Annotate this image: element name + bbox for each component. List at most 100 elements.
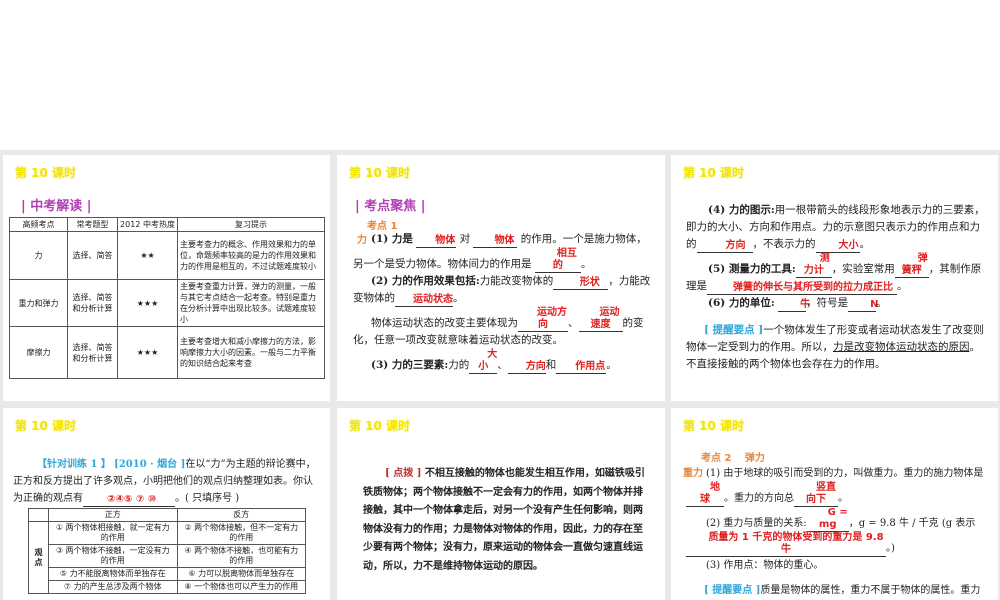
cell: ② 两个物体接触，但不一定有力的作用 [176,521,306,545]
cell: 主要考查力的概念、作用效果和力的单位，命题频率较高的是力的作用效果和力的作用是相… [177,231,325,280]
text: ，不表示力的 [752,238,816,250]
point-label: 考点 2 弹力 [701,453,765,464]
text: 。 [453,292,464,304]
text: ，g = 9.8 牛 / 千克 (g 表示 [848,518,976,529]
slide-thumbnail-5[interactable]: 第 10 课时 [ 点拨 ] 不相互接触的物体也能发生相互作用，如磁铁吸引铁质物… [337,408,665,600]
cell: ⑦ 力的产生总涉及两个物体 [48,580,178,594]
text: 。 [606,359,617,371]
text: 力的 [448,359,470,371]
text: 。 [897,280,908,292]
answer-blank: 作用点 [556,361,607,374]
answer-blank: 竖直向下 [794,482,838,507]
text: 力是改变物体运动状态的原因 [833,341,970,353]
cell: ★★ [117,231,178,280]
lesson-title: 第 10 课时 [15,166,77,180]
text: 、 [568,317,579,329]
answer-blank: 弹簧秤 [894,253,929,278]
answer-blank: 运动状态 [395,294,453,307]
text: (1) 由于地球的吸引而受到的力，叫做重力。重力的施力物体是 [706,468,984,479]
cell: ★★★ [117,326,178,379]
slide-thumbnail-6[interactable]: 第 10 课时 考点 2 弹力 重力 (1) 由于地球的吸引而受到的力，叫做重力… [671,408,998,600]
cell: 摩擦力 [9,326,68,379]
text: 。) [886,543,895,554]
exercise-label: 【针对训练 1 】 [37,459,111,470]
cell: 主要考查重力计算，弹力的测量，一般与其它考点结合一起考查。特别是重力在分析计算中… [177,279,325,327]
row-label: 观点 [28,521,49,594]
cell: ⑤ 力不能脱离物体而单独存在 [48,567,178,581]
table-row: 重力和弹力 选择、简答和分析计算 ★★★ 主要考查重力计算，弹力的测量，一般与其它考点… [9,279,325,327]
text: (3) 力的三要素: [371,359,449,371]
answer-blank: 物体 [473,235,518,248]
cell: 选择、简答和分析计算 [67,279,118,327]
answer-blank: N [848,299,879,312]
exam-analysis-table: 高频考点 常考题型 2012 中考热度 复习提示 力选择、简答 ★★ 主要考查力的概… [9,217,325,379]
answer-blank: G = mg [806,507,849,532]
text: (2) 重力与质量的关系: [706,518,807,529]
cell: 选择、简答和分析计算 [67,326,118,379]
header-cell: 常考题型 [67,217,118,232]
text: 和 [545,359,557,371]
lesson-title: 第 10 课时 [683,419,745,433]
table-row: 摩擦力 选择、简答和分析计算 ★★★ 主要考查增大和减小摩擦力的方法，影响摩擦力大小的… [9,326,325,379]
answer-blank: 方向 [507,361,546,374]
slide-thumbnail-1[interactable]: 第 10 课时 | 中考解读 | 高频考点 常考题型 2012 中考热度 复习提… [3,155,330,401]
table-header: 高频考点 常考题型 2012 中考热度 复习提示 [9,217,325,232]
text: 。( 只填序号 ) [175,493,240,504]
slide-thumbnail-3[interactable]: 第 10 课时 (4) 力的图示:用一根带箭头的线段形象地表示力的三要素，即力的… [671,155,998,401]
table-row: ⑤ 力不能脱离物体而单独存在 ⑥ 力可以脱离物体而单独存在 [29,567,306,581]
cell: 主要考查增大和减小摩擦力的方法，影响摩擦力大小的因素。一般与二力平衡的知识结合起… [177,326,325,379]
answer-blank: 质量为 1 千克的物体受到的重力是 9.8 牛 [686,532,886,557]
text: (5) 测量力的工具: [708,263,796,275]
cell: ⑥ 力可以脱离物体而单独存在 [176,567,306,581]
text: (2) 力的作用效果包括: [371,275,480,287]
point-content: (1) 由于地球的吸引而受到的力，叫做重力。重力的施力物体是地球 。重力的方向总竖… [686,465,986,600]
answer-blank: ②④⑤ ⑦ ⑩ [83,494,175,507]
answer-blank: 地球 [686,482,724,507]
text: 物体运动状态的改变主要体现为 [371,317,518,329]
cell: 重力和弹力 [9,279,68,327]
hint-content: [ 点拨 ] 不相互接触的物体也能发生相互作用，如磁铁吸引铁质物体；两个物体接触… [363,465,645,576]
text: ，符号是 [806,297,849,309]
hint-label: [ 点拨 ] [385,468,422,479]
text: 。重力的方向总 [724,493,794,504]
answer-blank: 相互的 [534,248,581,273]
cell: ④ 两个物体不接触，也可能有力的作用 [176,544,306,568]
table-row: ⑦ 力的产生总涉及两个物体 ⑧ 一个物体也可以产生力的作用 [29,580,306,594]
answer-blank: 弹簧的伸长与其所受到的拉力成正比 [707,282,897,295]
cell: ★★★ [117,279,178,327]
slide-thumbnail-4[interactable]: 第 10 课时 【针对训练 1 】 [2010 · 烟台 ]在以“力”为主题的辩… [3,408,330,600]
lesson-title: 第 10 课时 [349,419,411,433]
hint-text: 不相互接触的物体也能发生相互作用，如磁铁吸引铁质物体；两个物体接触不一定会有力的… [363,468,645,572]
text: 。 [859,238,871,250]
text: 力能改变物体的 [479,275,554,287]
point-content: (4) 力的图示:用一根带箭头的线段形象地表示力的三要素，即力的大小、方向和作用… [686,202,986,373]
section-heading: | 中考解读 | [21,199,92,214]
table-row: 力选择、简答 ★★ 主要考查力的概念、作用效果和力的单位，命题频率较高的是力的作用效… [9,231,325,280]
header-cell: 2012 中考热度 [117,217,178,232]
cell: ⑧ 一个物体也可以产生力的作用 [176,580,306,594]
point-label: 考点 1 [367,221,398,232]
text: 。 [876,297,887,309]
lesson-title: 第 10 课时 [683,166,745,180]
answer-blank: 运动方向 [518,307,568,332]
cell: 选择、简答 [67,231,118,280]
text: (1) 力是 [371,233,413,245]
text: ，实验室常用 [831,263,895,275]
header-cell: 反方 [176,508,306,522]
answer-blank: 物体 [416,235,457,248]
viewpoint-table: 正方 反方 观点 ① 两个物体相接触，就一定有力的作用 ② 两个物体接触，但不一定有力… [28,508,306,594]
answer-blank: 方向 [696,240,753,253]
answer-blank: 形状 [553,277,609,290]
text: 、 [497,359,508,371]
text: 。 [580,258,592,270]
header-cell: 高频考点 [9,217,68,232]
table-header: 正方 反方 [28,508,306,522]
text: 。 [838,493,848,504]
header-cell: 正方 [48,508,178,522]
answer-blank: 运动速度 [578,307,623,332]
answer-blank: 大小 [469,349,498,374]
tip-label: [ 提醒要点 ] [704,585,761,596]
answer-blank: 大小 [815,240,860,253]
answer-blank: 牛 [778,299,810,312]
slide-thumbnail-2[interactable]: 第 10 课时 | 考点聚焦 | 考点 1 力 (1) 力是 物体 对 物体 的… [337,155,665,401]
